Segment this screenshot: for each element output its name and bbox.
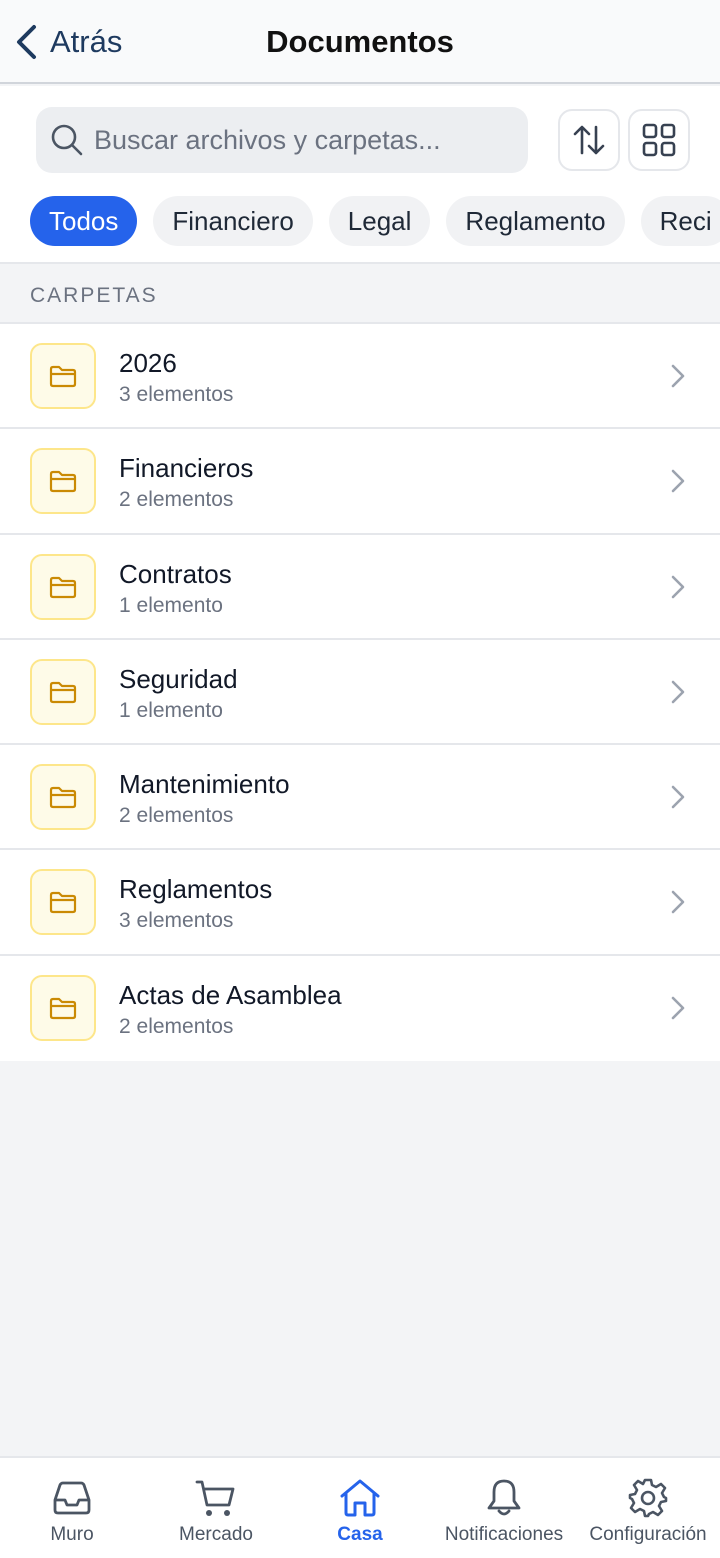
chevron-right-icon (671, 680, 685, 704)
grid-view-button[interactable] (628, 109, 690, 171)
cart-icon (195, 1480, 235, 1516)
nav-header: Atrás Documentos (0, 0, 720, 84)
filter-chips: Todos Financiero Legal Reglamento Reci (30, 196, 720, 246)
folder-count: 2 elementos (119, 1014, 234, 1038)
inbox-icon (53, 1481, 91, 1515)
folder-name: 2026 (119, 348, 177, 378)
grid-icon (642, 123, 676, 157)
tab-label: Notificaciones (444, 1524, 564, 1545)
folder-count: 1 elemento (119, 698, 223, 722)
folder-count: 2 elementos (119, 488, 234, 512)
page-title: Documentos (266, 24, 454, 59)
chevron-right-icon (671, 575, 685, 598)
folder-tile (30, 553, 96, 620)
tab-mercado[interactable]: Mercado (144, 1458, 288, 1558)
folder-tile (30, 869, 96, 936)
filter-chip-todos[interactable]: Todos (30, 196, 138, 246)
folder-tile (30, 658, 96, 725)
filter-chip-financiero[interactable]: Financiero (153, 196, 313, 246)
filter-chip-reglamento[interactable]: Reglamento (446, 196, 625, 246)
folder-row[interactable]: Actas de Asamblea 2 elementos (0, 956, 720, 1061)
tab-label: Muro (50, 1524, 94, 1545)
gear-icon (628, 1478, 668, 1518)
folder-count: 2 elementos (119, 804, 234, 828)
tab-bar: Muro Mercado Casa Notificaciones Configu… (0, 1456, 720, 1558)
chevron-right-icon (671, 996, 685, 1020)
folder-name: Mantenimiento (119, 769, 290, 800)
folder-row[interactable]: Mantenimiento 2 elementos (0, 745, 720, 851)
folder-row[interactable]: Financieros 2 elementos (0, 429, 720, 535)
bell-icon (487, 1479, 521, 1516)
folder-tile (30, 343, 96, 409)
folder-row[interactable]: 2026 3 elementos (0, 324, 720, 430)
tab-label: Mercado (179, 1524, 253, 1545)
tab-configuracion[interactable]: Configuración (576, 1458, 720, 1558)
folder-name: Reglamentos (119, 874, 273, 905)
search-input[interactable] (94, 124, 514, 156)
folder-count: 3 elementos (119, 909, 234, 933)
tab-notificaciones[interactable]: Notificaciones (432, 1458, 576, 1558)
folder-name: Financieros (119, 453, 254, 484)
chevron-right-icon (671, 891, 685, 914)
chevron-right-icon (671, 364, 685, 388)
tab-label: Configuración (589, 1524, 707, 1545)
folder-name: Seguridad (119, 663, 238, 694)
folder-name: Contratos (119, 558, 232, 589)
folder-count: 1 elemento (119, 593, 223, 617)
chevron-right-icon (671, 785, 685, 809)
folder-icon (49, 892, 77, 914)
folder-tile (30, 764, 96, 831)
tab-label: Casa (337, 1524, 383, 1545)
toolbar: Todos Financiero Legal Reglamento Reci (0, 86, 720, 264)
chevron-right-icon (671, 469, 685, 493)
folder-row[interactable]: Reglamentos 3 elementos (0, 850, 720, 956)
section-label-carpetas: CARPETAS (30, 284, 158, 307)
search-icon (51, 124, 83, 156)
folder-tile (30, 974, 96, 1041)
folder-icon (49, 787, 77, 809)
tab-casa[interactable]: Casa (288, 1458, 432, 1558)
filter-chip-reci[interactable]: Reci (640, 196, 720, 246)
search-box[interactable] (36, 107, 528, 173)
folder-count: 3 elementos (119, 383, 234, 406)
filter-chip-legal[interactable]: Legal (328, 196, 431, 246)
folder-icon (49, 681, 77, 703)
folder-name: Actas de Asamblea (119, 979, 342, 1010)
home-icon (340, 1479, 380, 1517)
sort-button[interactable] (558, 109, 620, 171)
folder-icon (49, 365, 77, 388)
folder-icon (49, 471, 77, 493)
sort-arrows-icon (573, 125, 605, 155)
folder-icon (49, 576, 77, 598)
folder-tile (30, 448, 96, 515)
folder-row[interactable]: Contratos 1 elemento (0, 535, 720, 640)
tab-muro[interactable]: Muro (0, 1458, 144, 1558)
folder-icon (49, 997, 77, 1019)
folder-row[interactable]: Seguridad 1 elemento (0, 640, 720, 746)
folder-list: 2026 3 elementos Financieros 2 elementos… (0, 322, 720, 1062)
